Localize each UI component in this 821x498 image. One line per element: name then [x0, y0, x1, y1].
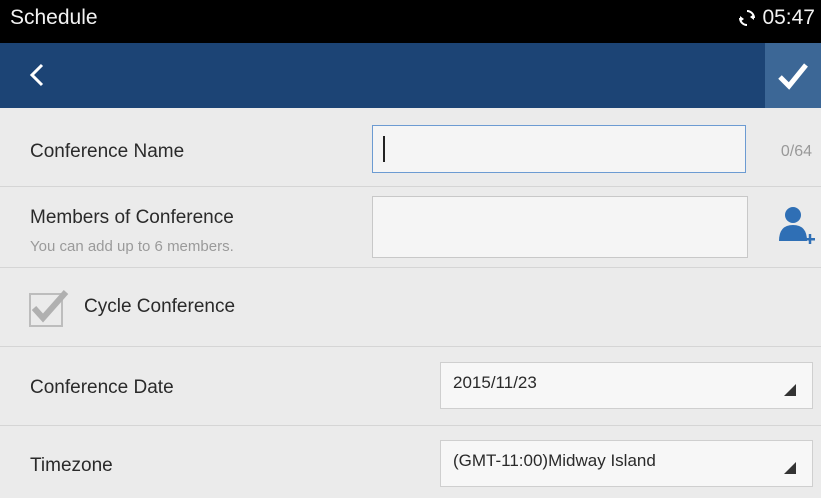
dropdown-arrow-icon — [784, 462, 796, 474]
add-member-icon — [779, 207, 815, 244]
timezone-dropdown[interactable]: (GMT-11:00)Midway Island — [440, 440, 813, 487]
checkbox-checked-icon — [29, 290, 69, 327]
back-button[interactable] — [22, 59, 54, 91]
conference-date-dropdown[interactable]: 2015/11/23 — [440, 362, 813, 409]
cycle-conference-row[interactable]: Cycle Conference — [0, 268, 821, 347]
chevron-left-icon — [29, 63, 44, 87]
character-counter: 0/64 — [780, 143, 812, 160]
check-icon — [778, 62, 808, 90]
members-input[interactable] — [372, 196, 748, 258]
conference-name-input[interactable] — [372, 125, 746, 173]
timezone-row: Timezone (GMT-11:00)Midway Island — [0, 426, 821, 498]
app-title: Schedule — [10, 6, 98, 29]
confirm-button[interactable] — [765, 43, 821, 108]
conference-name-row: Conference Name 0/64 — [0, 108, 821, 187]
status-bar: Schedule 05:47 — [0, 0, 821, 43]
conference-date-value: 2015/11/23 — [453, 373, 537, 392]
status-right: 05:47 — [738, 6, 815, 30]
timezone-label: Timezone — [30, 455, 113, 476]
conference-date-label: Conference Date — [30, 377, 174, 398]
members-label: Members of Conference — [30, 207, 234, 228]
dropdown-arrow-icon — [784, 384, 796, 396]
add-member-button[interactable] — [777, 205, 817, 249]
action-bar — [0, 43, 821, 108]
timezone-value: (GMT-11:00)Midway Island — [453, 451, 656, 470]
conference-name-label: Conference Name — [30, 141, 185, 162]
members-row: Members of Conference You can add up to … — [0, 187, 821, 268]
cycle-conference-checkbox[interactable] — [28, 288, 69, 328]
sync-icon — [739, 10, 756, 26]
conference-date-row: Conference Date 2015/11/23 — [0, 347, 821, 426]
clock: 05:47 — [762, 6, 815, 29]
members-hint: You can add up to 6 members. — [30, 238, 234, 255]
cycle-conference-label: Cycle Conference — [84, 296, 236, 317]
text-cursor — [383, 136, 385, 162]
